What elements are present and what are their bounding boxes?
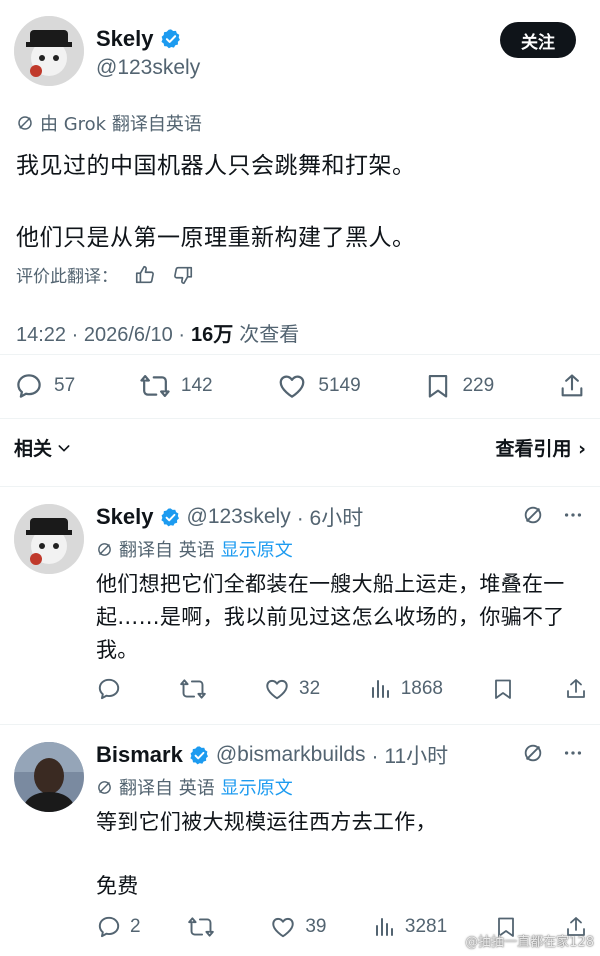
translation-note: 由 Grok 翻译自英语 <box>16 110 202 136</box>
reply-actions: 32 1868 <box>96 676 588 702</box>
rate-translation-row: 评价此翻译： <box>16 262 194 287</box>
verified-badge-icon <box>189 745 210 766</box>
reply-time[interactable]: · 6小时 <box>297 502 364 532</box>
translate-icon <box>16 114 34 132</box>
translate-icon <box>96 779 113 796</box>
reply-header: Skely @123skely · 6小时 <box>96 502 363 532</box>
reply-text-line: 免费 <box>96 874 139 898</box>
views-chart-icon <box>369 676 393 702</box>
view-count: 16万 <box>191 324 234 346</box>
view-count: 3281 <box>404 916 448 937</box>
translated-from-label: 翻译自 英语 <box>119 778 215 799</box>
follow-button[interactable]: 关注 <box>500 22 576 58</box>
divider <box>0 724 600 725</box>
bookmark-icon <box>491 676 515 702</box>
reply-translation-note: 翻译自 英语 显示原文 <box>96 536 293 562</box>
like-count: 5149 <box>318 375 361 396</box>
reply-time[interactable]: · 11小时 <box>372 740 449 770</box>
reply-header: Bismark @bismarkbuilds · 11小时 <box>96 740 448 770</box>
translation-note-text: 由 Grok 翻译自英语 <box>40 114 202 135</box>
views-chart-icon <box>373 914 397 940</box>
retweet-count: 142 <box>180 375 213 396</box>
retweet-icon <box>187 914 215 940</box>
thumbs-up-icon[interactable] <box>134 264 156 286</box>
reply-count: 57 <box>54 375 76 396</box>
related-dropdown[interactable]: 相关 <box>14 434 72 461</box>
view-count: 1868 <box>400 678 443 699</box>
reply-translation-note: 翻译自 英语 显示原文 <box>96 774 293 800</box>
divider <box>0 354 600 355</box>
watermark: @抽抽一直都在家128 <box>465 935 594 950</box>
reply-text: 他们想把它们全都装在一艘大船上运走，堆叠在一起……是啊，我以前见过这怎么收场的，… <box>96 572 565 662</box>
like-button[interactable]: 5149 <box>276 371 361 401</box>
heart-icon <box>263 676 291 702</box>
related-row: 相关 查看引用 › <box>14 434 586 461</box>
views-button[interactable]: 1868 <box>369 676 443 702</box>
chevron-down-icon <box>56 440 72 456</box>
author-avatar[interactable] <box>14 16 84 86</box>
tweet-text-line: 我见过的中国机器人只会跳舞和打架。 <box>16 153 416 179</box>
like-count: 32 <box>299 678 321 699</box>
tweet-text-line: 他们只是从第一原理重新构建了黑人。 <box>16 225 416 251</box>
retweet-icon <box>179 676 207 702</box>
heart-icon <box>269 914 297 940</box>
translate-toggle-icon[interactable] <box>522 504 544 526</box>
heart-icon <box>276 371 308 401</box>
views-button[interactable]: 3281 <box>373 914 447 940</box>
author-name[interactable]: Skely <box>96 26 182 52</box>
author-handle[interactable]: @123skely <box>96 56 200 80</box>
reply-avatar[interactable] <box>14 742 84 812</box>
retweet-icon <box>139 371 171 401</box>
like-button[interactable]: 32 <box>263 676 320 702</box>
reply-count: 2 <box>130 916 141 937</box>
more-options-icon[interactable] <box>562 742 584 764</box>
like-count: 39 <box>305 916 327 937</box>
more-options-icon[interactable] <box>562 504 584 526</box>
bookmark-button[interactable]: 229 <box>424 371 494 401</box>
rate-translation-label: 评价此翻译： <box>16 267 118 287</box>
reply-icon <box>96 914 122 940</box>
reply-avatar[interactable] <box>14 504 84 574</box>
reply-tools <box>522 742 584 764</box>
translate-icon <box>96 541 113 558</box>
verified-badge-icon <box>160 507 181 528</box>
share-icon <box>564 676 588 702</box>
translate-toggle-icon[interactable] <box>522 742 544 764</box>
retweet-button[interactable] <box>187 914 223 940</box>
show-original-link[interactable]: 显示原文 <box>221 536 293 562</box>
reply-text-line: 等到它们被大规模运往西方去工作， <box>96 810 437 834</box>
view-count-label: 次查看 <box>239 324 300 346</box>
translated-from-label: 翻译自 英语 <box>119 540 215 561</box>
thumbs-down-icon[interactable] <box>172 264 194 286</box>
reply-author-handle[interactable]: @bismarkbuilds <box>216 743 366 767</box>
tweet-timestamp[interactable]: 14:22 · 2026/6/10 · <box>16 324 185 347</box>
reply-tools <box>522 504 584 526</box>
bookmark-icon <box>424 371 452 401</box>
retweet-button[interactable]: 142 <box>139 371 213 401</box>
bookmark-button[interactable] <box>491 676 515 702</box>
author-name-text[interactable]: Skely <box>96 26 154 52</box>
divider <box>0 418 600 419</box>
tweet-meta: 14:22 · 2026/6/10 · 16万 次查看 <box>16 318 299 347</box>
share-button[interactable] <box>558 371 586 401</box>
divider <box>0 486 600 487</box>
reply-icon <box>96 676 122 702</box>
reply-author-name[interactable]: Bismark <box>96 742 183 768</box>
verified-badge-icon <box>160 28 182 50</box>
share-icon <box>558 371 586 401</box>
show-original-link[interactable]: 显示原文 <box>221 774 293 800</box>
tweet-actions: 57 142 5149 229 <box>14 368 586 404</box>
reply-button[interactable] <box>96 676 130 702</box>
view-quotes-link[interactable]: 查看引用 › <box>496 434 586 461</box>
reply-button[interactable]: 57 <box>14 371 75 401</box>
bookmark-count: 229 <box>462 375 495 396</box>
related-label: 相关 <box>14 438 53 460</box>
reply-author-handle[interactable]: @123skely <box>187 505 291 529</box>
reply-button[interactable]: 2 <box>96 914 141 940</box>
reply-icon <box>14 371 44 401</box>
reply-author-name[interactable]: Skely <box>96 504 154 530</box>
like-button[interactable]: 39 <box>269 914 327 940</box>
retweet-button[interactable] <box>179 676 215 702</box>
share-button[interactable] <box>564 676 588 702</box>
